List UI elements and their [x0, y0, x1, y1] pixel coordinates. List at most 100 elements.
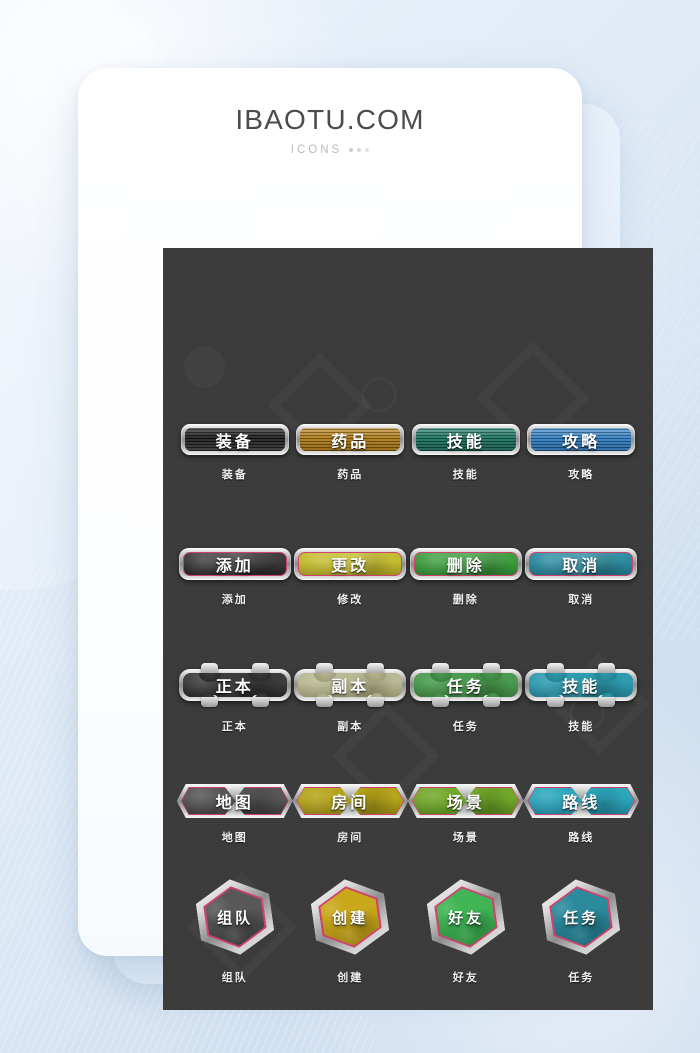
- icon-row-2: 添加 添加 更改 修改 删除 删除 取消 取消: [163, 548, 653, 607]
- icon-cell[interactable]: 攻略 攻略: [525, 424, 637, 482]
- button-body: 副本: [294, 669, 407, 701]
- icon-grid: 装备 装备 药品 药品 技能 技能 攻略 攻略 添加 添加 更改 修改 删除 删…: [163, 248, 653, 1010]
- icon-cell[interactable]: 取消 取消: [525, 548, 638, 607]
- button-modify[interactable]: 更改: [294, 548, 407, 580]
- button-cancel[interactable]: 取消: [525, 548, 638, 580]
- icon-caption: 场景: [452, 831, 479, 844]
- button-skill[interactable]: 技能: [411, 424, 520, 455]
- icon-caption: 添加: [221, 593, 248, 606]
- button-delete[interactable]: 删除: [409, 548, 522, 580]
- button-label: 任务: [563, 908, 600, 927]
- icon-caption: 创建: [337, 971, 364, 984]
- button-label: 攻略: [562, 431, 601, 451]
- icon-caption: 攻略: [568, 468, 595, 481]
- icon-caption: 地图: [221, 831, 248, 844]
- button-label: 任务: [446, 677, 485, 696]
- icon-cell[interactable]: 正本 正本: [178, 663, 291, 734]
- icon-cell[interactable]: 技能 技能: [410, 424, 522, 482]
- button-label: 取消: [562, 556, 601, 575]
- page-title: IBAOTU.COM: [235, 104, 425, 135]
- icon-cell[interactable]: 添加 添加: [178, 548, 291, 607]
- icon-cell[interactable]: 药品 药品: [294, 424, 406, 482]
- icon-cell[interactable]: 副本 副本: [294, 663, 407, 734]
- icon-cell[interactable]: 房间 房间: [294, 784, 406, 845]
- icon-caption: 副本: [337, 720, 364, 733]
- button-guide[interactable]: 攻略: [527, 424, 636, 455]
- button-label: 技能: [446, 431, 485, 451]
- button-label: 副本: [331, 677, 370, 696]
- button-body: 任务: [409, 669, 522, 701]
- dots-icon: [349, 148, 370, 152]
- icon-caption: 任务: [568, 971, 595, 984]
- brand-subtitle-row: ICONS: [78, 144, 582, 156]
- button-team[interactable]: 组队: [193, 874, 277, 960]
- button-label: 组队: [216, 908, 253, 927]
- icon-row-4: 地图 地图 房间 房间 场景 场景 路线 路线: [163, 784, 653, 845]
- icon-row-3: 正本 正本 副本 副本 任务 任务 技能 技能: [163, 663, 653, 734]
- screenshot-root: IBAOTU.COM ICONS ● ○ ○: [0, 0, 700, 1053]
- icon-cell[interactable]: 地图 地图: [179, 784, 291, 845]
- button-knob: [254, 693, 269, 697]
- icon-caption: 任务: [452, 720, 479, 733]
- button-knob: [431, 693, 446, 697]
- button-label: 更改: [331, 556, 370, 575]
- button-scene[interactable]: 场景: [408, 784, 524, 818]
- button-knob: [200, 693, 215, 697]
- button-label: 删除: [446, 556, 485, 575]
- icon-caption: 组队: [221, 971, 248, 984]
- icon-cell[interactable]: 任务 任务: [525, 879, 637, 985]
- button-sub-instance[interactable]: 副本: [294, 663, 407, 707]
- button-label: 好友: [447, 908, 484, 927]
- button-room[interactable]: 房间: [292, 784, 408, 818]
- button-equipment[interactable]: 装备: [180, 424, 289, 455]
- icon-cell[interactable]: 好友 好友: [410, 879, 522, 985]
- icon-caption: 技能: [452, 468, 479, 481]
- button-label: 添加: [215, 556, 254, 575]
- icon-cell[interactable]: 场景 场景: [410, 784, 522, 845]
- button-route[interactable]: 路线: [523, 784, 639, 818]
- button-task[interactable]: 任务: [409, 663, 522, 707]
- button-label: 房间: [331, 793, 370, 812]
- icon-cell[interactable]: 装备 装备: [179, 424, 291, 482]
- button-map[interactable]: 地图: [177, 784, 293, 818]
- icon-caption: 取消: [568, 593, 595, 606]
- icon-caption: 好友: [452, 971, 479, 984]
- icon-caption: 路线: [568, 831, 595, 844]
- button-label: 药品: [331, 431, 370, 451]
- icon-caption: 房间: [337, 831, 364, 844]
- button-main-instance[interactable]: 正本: [178, 663, 291, 707]
- button-label: 地图: [215, 793, 254, 812]
- button-friends[interactable]: 好友: [424, 874, 508, 960]
- button-add[interactable]: 添加: [178, 548, 291, 580]
- preview-card: IBAOTU.COM ICONS ● ○ ○: [78, 68, 653, 1010]
- button-quest[interactable]: 任务: [539, 874, 623, 960]
- icon-caption: 修改: [337, 593, 364, 606]
- button-body: 技能: [525, 669, 638, 701]
- icon-row-1: 装备 装备 药品 药品 技能 技能 攻略 攻略: [163, 424, 653, 482]
- button-skill-tab[interactable]: 技能: [525, 663, 638, 707]
- button-create[interactable]: 创建: [308, 874, 392, 960]
- icon-showcase-panel: ● ○ ○ 装备: [163, 248, 653, 1010]
- icon-cell[interactable]: 技能 技能: [525, 663, 638, 734]
- button-label: 正本: [215, 677, 254, 696]
- icon-caption: 正本: [221, 720, 248, 733]
- button-body: 正本: [178, 669, 291, 701]
- icon-row-5: 组队 组队 创建 创建 好友 好友 任务 任务: [163, 879, 653, 985]
- icon-cell[interactable]: 创建 创建: [294, 879, 406, 985]
- button-label: 路线: [562, 793, 601, 812]
- icon-caption: 删除: [452, 593, 479, 606]
- icon-cell[interactable]: 更改 修改: [294, 548, 407, 607]
- button-knob: [485, 693, 500, 697]
- button-label: 技能: [562, 677, 601, 696]
- brand-block: IBAOTU.COM ICONS: [78, 104, 582, 156]
- button-label: 装备: [215, 431, 254, 451]
- button-label: 创建: [332, 908, 369, 927]
- button-medicine[interactable]: 药品: [296, 424, 405, 455]
- icon-cell[interactable]: 组队 组队: [179, 879, 291, 985]
- icon-cell[interactable]: 路线 路线: [525, 784, 637, 845]
- icon-cell[interactable]: 任务 任务: [409, 663, 522, 734]
- icon-cell[interactable]: 删除 删除: [409, 548, 522, 607]
- brand-subtitle: ICONS: [290, 144, 343, 156]
- button-label: 场景: [446, 793, 485, 812]
- icon-caption: 装备: [221, 468, 248, 481]
